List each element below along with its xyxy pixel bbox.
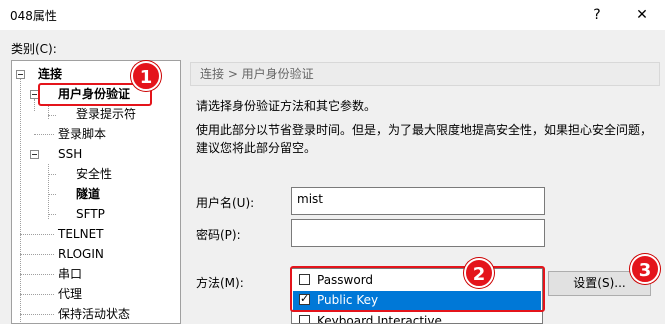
title-bar	[0, 0, 665, 30]
window-title: 048属性	[10, 9, 57, 23]
description-line-3: 建议您将此部分留空。	[196, 141, 317, 155]
username-field[interactable]: mist	[291, 187, 545, 215]
tree-item-ssh[interactable]: SSH	[58, 145, 82, 163]
collapse-toggle-icon[interactable]	[30, 150, 39, 159]
username-label: 用户名(U):	[196, 196, 255, 210]
breadcrumb: 连接 > 用户身份验证	[190, 62, 660, 86]
tree-item-proxy[interactable]: 代理	[58, 285, 82, 303]
password-field[interactable]	[291, 219, 545, 247]
tree-item-login-script[interactable]: 登录脚本	[58, 125, 106, 143]
tree-item-sftp[interactable]: SFTP	[76, 205, 105, 223]
collapse-toggle-icon[interactable]	[16, 70, 25, 79]
close-button[interactable]: ✕	[631, 4, 653, 26]
tree-item-serial[interactable]: 串口	[58, 265, 82, 283]
category-label: 类别(C):	[11, 42, 57, 56]
tree-item-security[interactable]: 安全性	[76, 165, 112, 183]
tree-item-keepalive[interactable]: 保持活动状态	[58, 305, 130, 323]
help-button[interactable]: ?	[586, 4, 608, 26]
highlight-box-2	[290, 266, 545, 312]
tree-item-tunnel[interactable]: 隧道	[76, 185, 100, 203]
checkbox-icon[interactable]	[299, 315, 310, 323]
tree-item-rlogin[interactable]: RLOGIN	[58, 245, 104, 263]
password-label: 密码(P):	[196, 228, 241, 242]
description-line-1: 请选择身份验证方法和其它参数。	[196, 99, 377, 113]
tree-item-login-prompt[interactable]: 登录提示符	[76, 105, 136, 123]
annotation-marker-3: 3	[630, 254, 660, 284]
method-option-keyboard-interactive[interactable]: Keyboard Interactive	[293, 312, 541, 323]
annotation-marker-2: 2	[464, 258, 494, 288]
tree-item-telnet[interactable]: TELNET	[58, 225, 104, 243]
description-line-2: 使用此部分以节省登录时间。但是，为了最大限度地提高安全性，如果担心安全问题，	[196, 123, 653, 137]
tree-item-connection[interactable]: 连接	[38, 65, 62, 83]
method-label: 方法(M):	[196, 276, 244, 290]
annotation-marker-1: 1	[131, 61, 161, 91]
